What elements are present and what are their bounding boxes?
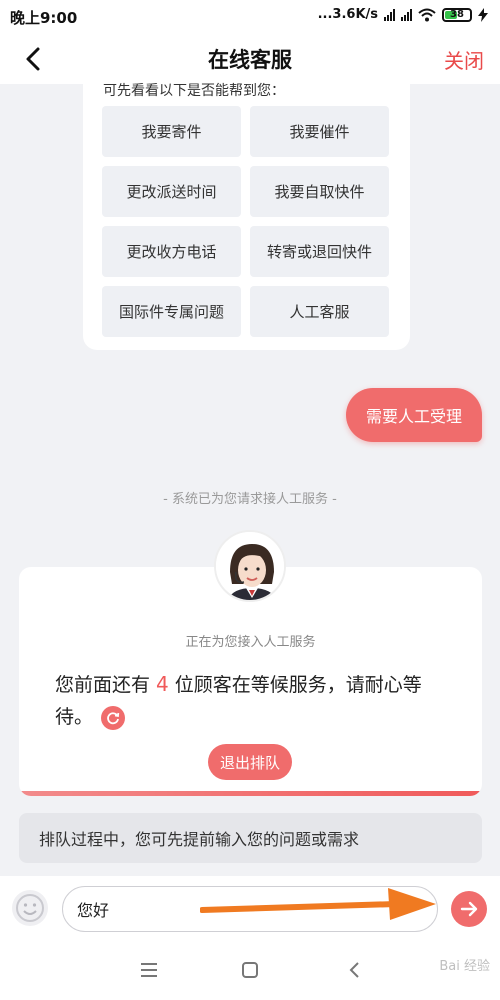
queue-message: 您前面还有 4 位顾客在等候服务，请耐心等待。 (55, 668, 454, 733)
menu-option-send[interactable]: 我要寄件 (102, 106, 241, 157)
menu-option-international[interactable]: 国际件专属问题 (102, 286, 241, 337)
queue-status: 正在为您接入人工服务 (185, 635, 316, 650)
user-message-bubble: 需要人工受理 (345, 388, 482, 442)
wifi-icon (418, 8, 436, 21)
emoji-button[interactable] (12, 890, 48, 926)
status-bar: 晚上9:00 ...3.6K/s 38 (0, 0, 500, 34)
home-square-icon (242, 962, 258, 978)
menu-option-self-pickup[interactable]: 我要自取快件 (250, 166, 389, 217)
nav-menu-button[interactable] (137, 958, 161, 982)
nav-back-icon (349, 962, 359, 978)
message-input[interactable] (62, 886, 438, 932)
status-time: 晚上9:00 (10, 9, 78, 27)
charging-icon (478, 7, 488, 22)
menu-option-forward-return[interactable]: 转寄或退回快件 (250, 226, 389, 277)
queue-count: 4 (156, 672, 169, 696)
menu-option-change-phone[interactable]: 更改收方电话 (102, 226, 241, 277)
refresh-icon (107, 711, 120, 724)
status-right: ...3.6K/s 38 (318, 7, 488, 22)
nav-home-button[interactable] (238, 958, 262, 982)
queue-notice: 排队过程中，您可先提前输入您的问题或需求 (19, 813, 482, 863)
menu-icon (141, 963, 157, 977)
menu-grid: 我要寄件 我要催件 更改派送时间 我要自取快件 更改收方电话 转寄或退回快件 国… (102, 106, 389, 337)
watermark: Bai 经验 (439, 959, 490, 974)
quick-menu-card: 可先看看以下是否能帮到您： 我要寄件 我要催件 更改派送时间 我要自取快件 更改… (83, 70, 410, 350)
system-nav-bar (0, 940, 500, 1000)
queue-progress-bar (19, 791, 482, 796)
send-button[interactable] (451, 891, 487, 927)
battery-icon: 38 (442, 7, 472, 22)
arrow-right-icon (460, 901, 478, 917)
smiley-icon (16, 894, 44, 922)
signal-icon (384, 8, 395, 21)
system-message: - 系统已为您请求接人工服务 - (163, 492, 337, 507)
queue-text-before: 您前面还有 (55, 674, 151, 696)
network-speed: ...3.6K/s (317, 7, 378, 22)
close-button[interactable]: 关闭 (444, 45, 484, 74)
agent-avatar (214, 530, 286, 602)
exit-queue-button[interactable]: 退出排队 (208, 744, 292, 780)
menu-intro-text: 可先看看以下是否能帮到您： (103, 83, 285, 99)
refresh-button[interactable] (101, 705, 126, 730)
signal-icon-2 (401, 8, 412, 21)
menu-option-urge[interactable]: 我要催件 (250, 106, 389, 157)
menu-option-human-service[interactable]: 人工客服 (250, 286, 389, 337)
menu-option-change-time[interactable]: 更改派送时间 (102, 166, 241, 217)
nav-back-button[interactable] (343, 958, 367, 982)
input-bar (0, 876, 500, 940)
